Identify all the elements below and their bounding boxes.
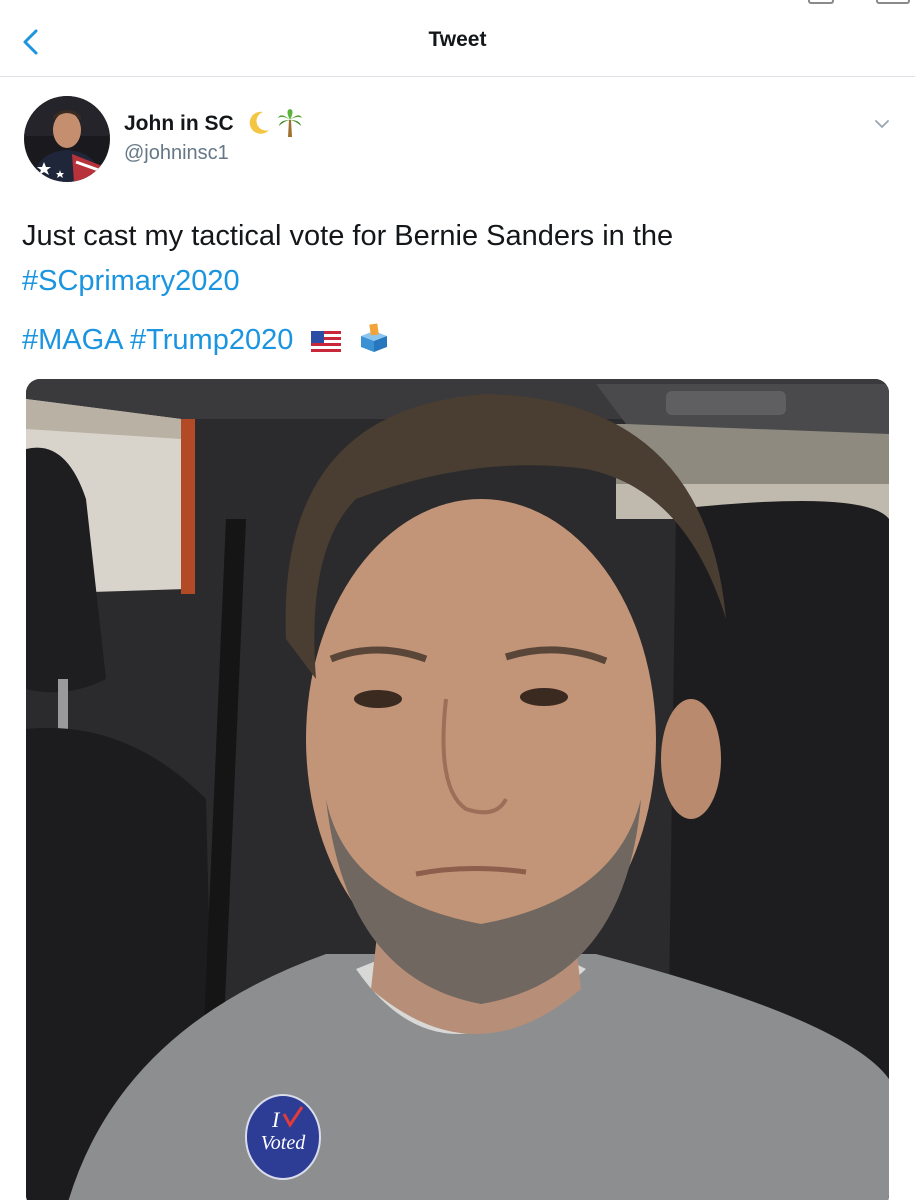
- crescent-moon-icon: [249, 111, 269, 134]
- hashtag-link[interactable]: #Trump2020: [130, 324, 293, 356]
- status-bar-icon: [808, 0, 834, 4]
- selfie-photo-image: I Voted: [26, 379, 889, 1200]
- avatar-image: [24, 96, 110, 182]
- author-handle[interactable]: @johninsc1: [124, 142, 229, 165]
- sticker-text: Voted: [261, 1132, 306, 1154]
- ballot-box-icon: [361, 323, 388, 352]
- top-navigation-bar: Tweet: [0, 0, 915, 77]
- tweet-photo[interactable]: I Voted: [26, 379, 889, 1200]
- hashtag-link[interactable]: #MAGA: [22, 324, 122, 356]
- page-title: Tweet: [428, 28, 487, 51]
- avatar[interactable]: [24, 96, 110, 182]
- tweet-text-line: #MAGA #Trump2020: [22, 320, 882, 360]
- chevron-down-icon[interactable]: [870, 112, 894, 136]
- tweet-text-line: #SCprimary2020: [22, 261, 882, 301]
- author-name[interactable]: John in SC: [124, 112, 234, 136]
- palm-tree-icon: [278, 109, 302, 137]
- tweet-text-line: Just cast my tactical vote for Bernie Sa…: [22, 220, 674, 252]
- hashtag-link[interactable]: #SCprimary2020: [22, 265, 240, 297]
- us-flag-icon: [311, 331, 342, 353]
- tweet-detail-page: Tweet John in SC @johninsc1 Just cast my…: [0, 0, 915, 1200]
- status-bar-icon: [876, 0, 910, 4]
